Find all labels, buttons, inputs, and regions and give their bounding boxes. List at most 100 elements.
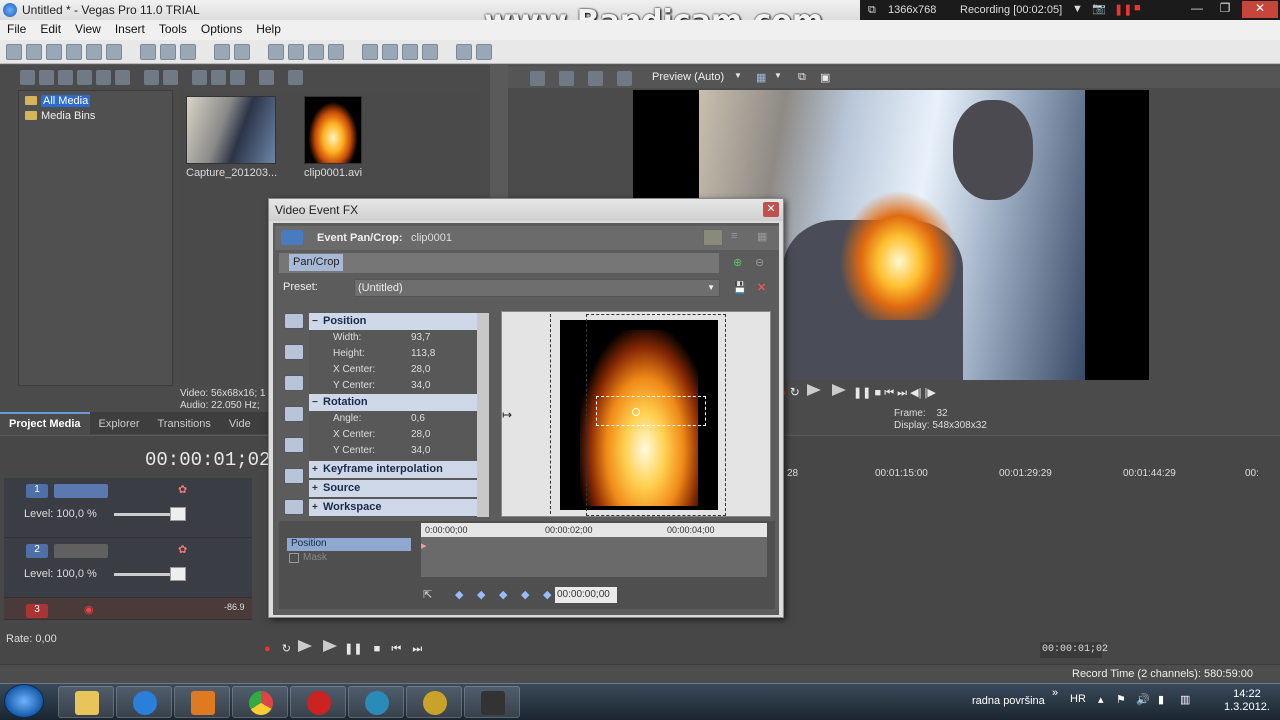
category-keyframe-interpolation[interactable]: Keyframe interpolation: [309, 461, 477, 478]
list-icon[interactable]: ≡: [731, 230, 737, 242]
redo-icon[interactable]: [234, 44, 250, 60]
save-preset-icon[interactable]: 💾: [733, 281, 747, 294]
menu-options[interactable]: Options: [194, 20, 249, 38]
menu-tools[interactable]: Tools: [152, 20, 194, 38]
next-frame-icon[interactable]: |▶: [925, 387, 936, 399]
media-item[interactable]: clip0001.avi: [304, 96, 362, 179]
pause-record-icon[interactable]: ❚❚: [1114, 3, 1132, 16]
enable-snapping-icon[interactable]: [284, 437, 304, 453]
plugin-chain-icon[interactable]: [703, 229, 723, 246]
taskbar-app[interactable]: [406, 686, 462, 718]
video-fx-icon[interactable]: [588, 71, 603, 86]
start-button[interactable]: [4, 684, 44, 718]
lock-envelopes-icon[interactable]: [328, 44, 344, 60]
views-icon[interactable]: [259, 70, 274, 85]
pan-crop-chain-button[interactable]: Pan/Crop: [289, 254, 344, 271]
record-icon[interactable]: ●: [264, 643, 271, 655]
save-as-icon[interactable]: [66, 44, 82, 60]
tree-item-all-media[interactable]: All Media: [19, 93, 172, 108]
properties-icon[interactable]: [163, 70, 178, 85]
property-rotation-y-center[interactable]: Y Center: 34,0: [309, 443, 477, 459]
taskbar-recorder[interactable]: [290, 686, 346, 718]
lock-aspect-icon[interactable]: [284, 468, 304, 484]
properties-icon[interactable]: [86, 44, 102, 60]
action-center-icon[interactable]: ⚑: [1116, 693, 1126, 706]
rotation-frame[interactable]: [596, 396, 706, 426]
overlays-icon[interactable]: ▦: [756, 71, 766, 84]
close-icon[interactable]: ✕: [763, 202, 779, 217]
capture-icon[interactable]: [39, 70, 54, 85]
category-rotation[interactable]: Rotation: [309, 394, 477, 411]
project-properties-icon[interactable]: [530, 71, 545, 86]
zoom-edit-icon[interactable]: [284, 375, 304, 391]
delete-icon[interactable]: [144, 70, 159, 85]
import-media-icon[interactable]: [20, 70, 35, 85]
play-icon[interactable]: [323, 640, 338, 652]
new-icon[interactable]: [6, 44, 22, 60]
property-width[interactable]: Width: 93,7: [309, 330, 477, 346]
open-icon[interactable]: [26, 44, 42, 60]
show-properties-icon[interactable]: [284, 313, 304, 329]
dialog-title-bar[interactable]: Video Event FX ✕: [269, 199, 783, 221]
track-fx-icon[interactable]: ✿: [178, 543, 187, 556]
track-header[interactable]: 1 ✿ Level: 100,0 %: [4, 478, 252, 538]
desktop-toolbar-label[interactable]: radna površina: [972, 695, 1045, 707]
kf-timeline[interactable]: ▸: [421, 537, 767, 577]
property-rotation-x-center[interactable]: X Center: 28,0: [309, 427, 477, 443]
chevron-down-icon[interactable]: ▼: [1072, 3, 1083, 15]
audio-track-header[interactable]: 3 ◉ -86.9: [4, 598, 252, 620]
get-photo-icon[interactable]: [58, 70, 73, 85]
ripple-icon[interactable]: [308, 44, 324, 60]
add-plugin-icon[interactable]: ⊕: [733, 256, 742, 269]
enable-rotation-icon[interactable]: [284, 406, 304, 422]
center-handle[interactable]: [632, 408, 640, 416]
stop-record-icon[interactable]: ■: [1134, 2, 1141, 14]
play-icon[interactable]: [831, 384, 846, 396]
property-angle[interactable]: Angle: 0,6: [309, 411, 477, 427]
save-icon[interactable]: [46, 44, 62, 60]
taskbar-explorer[interactable]: [58, 686, 114, 718]
track-fx-icon[interactable]: ✿: [178, 483, 187, 496]
refresh-icon[interactable]: [115, 70, 130, 85]
undo-icon[interactable]: [214, 44, 230, 60]
remove-media-icon[interactable]: [77, 70, 92, 85]
chevron-down-icon[interactable]: ▼: [774, 71, 782, 80]
chevron-right-icon[interactable]: »: [1052, 687, 1058, 699]
preset-select[interactable]: (Untitled) ▼: [354, 279, 720, 297]
menu-help[interactable]: Help: [249, 20, 288, 38]
track-name-field[interactable]: [54, 484, 108, 498]
keyframe-marker[interactable]: ▸: [421, 539, 427, 552]
remove-plugin-icon[interactable]: ⊖: [755, 256, 764, 269]
prev-keyframe-icon[interactable]: ◆: [477, 588, 485, 601]
play-from-start-icon[interactable]: [806, 384, 821, 396]
auto-crossfade-icon[interactable]: [288, 44, 304, 60]
go-to-start-icon[interactable]: ⏮: [391, 643, 401, 655]
grid-icon[interactable]: ▦: [757, 230, 767, 243]
track-header[interactable]: 2 ✿ Level: 100,0 %: [4, 538, 252, 598]
preview-quality-select[interactable]: Preview (Auto): [652, 71, 724, 83]
property-y-center[interactable]: Y Center: 34,0: [309, 378, 477, 394]
property-x-center[interactable]: X Center: 28,0: [309, 362, 477, 378]
loop-icon[interactable]: ↻: [282, 643, 291, 655]
pan-crop-workspace[interactable]: ↦: [501, 311, 771, 517]
volume-icon[interactable]: 🔊: [1136, 693, 1150, 706]
snap-icon[interactable]: [268, 44, 284, 60]
save-snapshot-icon[interactable]: ▣: [820, 71, 830, 84]
properties-scrollbar[interactable]: [477, 313, 489, 517]
go-to-start-icon[interactable]: ⏮: [884, 387, 894, 399]
slider-knob[interactable]: [170, 567, 186, 581]
render-icon[interactable]: [106, 44, 122, 60]
copy-snapshot-icon[interactable]: ⧉: [798, 71, 806, 84]
loop-icon[interactable]: ↻: [790, 385, 800, 399]
menu-insert[interactable]: Insert: [108, 20, 152, 38]
normal-edit-icon[interactable]: [284, 344, 304, 360]
zoom-tool-icon[interactable]: [422, 44, 438, 60]
show-hidden-icon[interactable]: ▴: [1098, 693, 1104, 706]
menu-file[interactable]: File: [0, 20, 33, 38]
normal-edit-tool-icon[interactable]: [362, 44, 378, 60]
timeline-ruler[interactable]: 28 00:01:15:00 00:01:29:29 00:01:44:29 0…: [783, 466, 1280, 482]
pause-icon[interactable]: ❚❚: [344, 643, 362, 655]
whats-this-icon[interactable]: [476, 44, 492, 60]
camera-icon[interactable]: 📷: [1092, 2, 1106, 15]
category-position[interactable]: Position: [309, 313, 477, 330]
